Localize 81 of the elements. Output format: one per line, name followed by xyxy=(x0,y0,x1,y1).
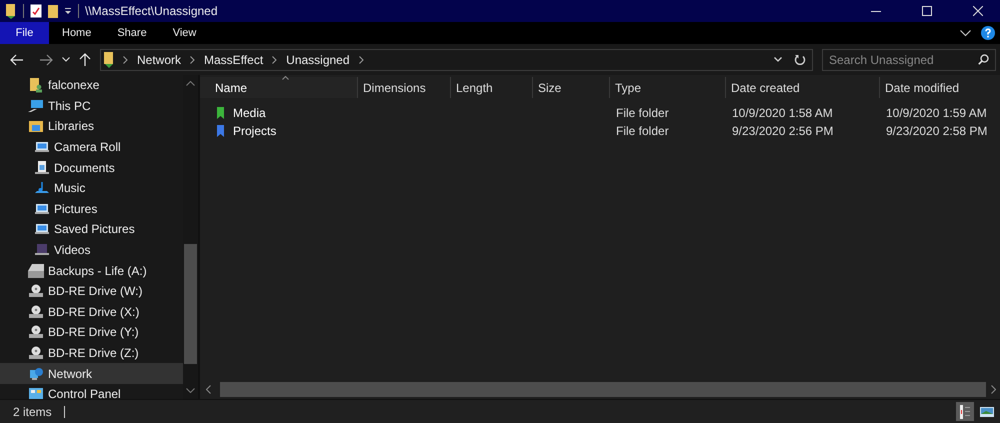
close-icon xyxy=(972,6,982,16)
breadcrumb[interactable]: Unassigned xyxy=(286,52,350,66)
sidebar-item[interactable]: BD-RE Drive (Z:) xyxy=(0,342,183,364)
table-cell: 9/23/2020 2:58 PM xyxy=(886,124,988,138)
sidebar-item[interactable]: Documents xyxy=(0,157,183,178)
column-header[interactable]: Size xyxy=(533,77,610,98)
sidebar-item[interactable]: falconexe xyxy=(0,75,183,96)
column-header[interactable]: Dimensions xyxy=(358,77,451,98)
address-field[interactable]: Network MassEffect Unassigned xyxy=(100,48,813,70)
disc-drive-icon xyxy=(28,304,44,320)
sort-icon xyxy=(282,76,289,80)
table-cell: File folder xyxy=(616,124,669,138)
details-view-button[interactable] xyxy=(956,402,974,421)
breadcrumb[interactable]: Network xyxy=(137,52,182,66)
window-title: \\MassEffect\Unassigned xyxy=(85,4,218,18)
scroll-up-icon[interactable] xyxy=(186,81,195,86)
folder-icon xyxy=(28,118,44,134)
up-icon[interactable] xyxy=(79,52,91,66)
column-header[interactable]: Name xyxy=(200,77,358,98)
folder-icon[interactable] xyxy=(48,4,58,18)
maximize-icon xyxy=(922,6,932,16)
properties-icon[interactable] xyxy=(30,4,42,18)
chevron-down-icon[interactable] xyxy=(62,57,70,62)
disc-drive-icon xyxy=(28,345,44,362)
scroll-right-icon[interactable] xyxy=(991,385,996,394)
breadcrumb[interactable]: MassEffect xyxy=(204,52,264,66)
drive-icon xyxy=(28,262,44,279)
disc-drive-icon xyxy=(28,324,44,340)
control-panel-icon xyxy=(28,386,44,399)
sidebar-item[interactable]: Camera Roll xyxy=(0,136,183,158)
scrollbar-thumb[interactable] xyxy=(184,244,197,364)
sidebar-item[interactable]: Libraries xyxy=(0,116,183,137)
back-icon[interactable] xyxy=(10,54,24,66)
column-header[interactable]: Type xyxy=(610,77,726,98)
chevron-right-icon[interactable] xyxy=(190,56,196,64)
sidebar-item[interactable]: BD-RE Drive (W:) xyxy=(0,280,183,302)
table-cell: 9/23/2020 2:56 PM xyxy=(732,124,834,138)
chevron-right-icon[interactable] xyxy=(358,56,364,64)
file-tab[interactable]: File xyxy=(0,22,49,44)
sidebar-item[interactable]: Control Panel xyxy=(0,384,183,399)
column-header[interactable]: Date created xyxy=(726,77,880,98)
sidebar-item[interactable]: Pictures xyxy=(0,198,183,220)
search-icon xyxy=(978,54,989,64)
sidebar-item[interactable]: Music xyxy=(0,178,183,199)
chevron-down-icon[interactable] xyxy=(960,30,971,36)
column-header[interactable]: Length xyxy=(451,77,533,98)
document-icon xyxy=(34,160,50,176)
refresh-icon[interactable] xyxy=(794,54,806,66)
sidebar-item[interactable]: This PC xyxy=(0,96,183,116)
table-cell: 10/9/2020 1:58 AM xyxy=(732,106,833,120)
column-header[interactable]: Date modified xyxy=(880,77,1000,98)
ribbon-tab[interactable]: Share xyxy=(104,22,160,44)
sidebar-item[interactable]: Saved Pictures xyxy=(0,219,183,240)
table-cell: 10/9/2020 1:59 AM xyxy=(886,106,987,120)
scroll-down-icon[interactable] xyxy=(186,388,195,393)
sidebar-item[interactable]: BD-RE Drive (X:) xyxy=(0,302,183,322)
network-icon xyxy=(28,366,44,382)
scroll-left-icon[interactable] xyxy=(206,385,211,394)
chevron-right-icon[interactable] xyxy=(272,56,278,64)
sidebar-item[interactable]: BD-RE Drive (Y:) xyxy=(0,322,183,343)
chevron-down-icon[interactable] xyxy=(774,57,782,62)
chevron-right-icon[interactable] xyxy=(123,56,128,64)
ribbon-tab[interactable]: Home xyxy=(49,22,104,44)
dropdown-icon[interactable] xyxy=(64,7,72,15)
file-name[interactable]: Projects xyxy=(233,124,276,138)
folder-icon xyxy=(104,52,114,68)
sidebar-item[interactable]: Videos xyxy=(0,240,183,260)
user-folder-icon xyxy=(28,77,44,94)
folder-icon xyxy=(5,3,17,19)
scrollbar-thumb[interactable] xyxy=(220,382,986,397)
computer-icon xyxy=(28,98,44,114)
search-field[interactable]: Search Unassigned xyxy=(822,48,996,70)
item-count: 2 items xyxy=(13,404,52,418)
sidebar-item[interactable]: Network xyxy=(0,363,183,384)
table-cell: File folder xyxy=(616,106,669,120)
sidebar-item[interactable]: Backups - Life (A:) xyxy=(0,260,183,281)
help-icon[interactable] xyxy=(981,26,995,40)
ribbon-tab[interactable]: View xyxy=(160,22,210,44)
forward-icon[interactable] xyxy=(39,54,53,66)
disc-drive-icon xyxy=(28,283,44,300)
file-name[interactable]: Media xyxy=(233,106,266,120)
